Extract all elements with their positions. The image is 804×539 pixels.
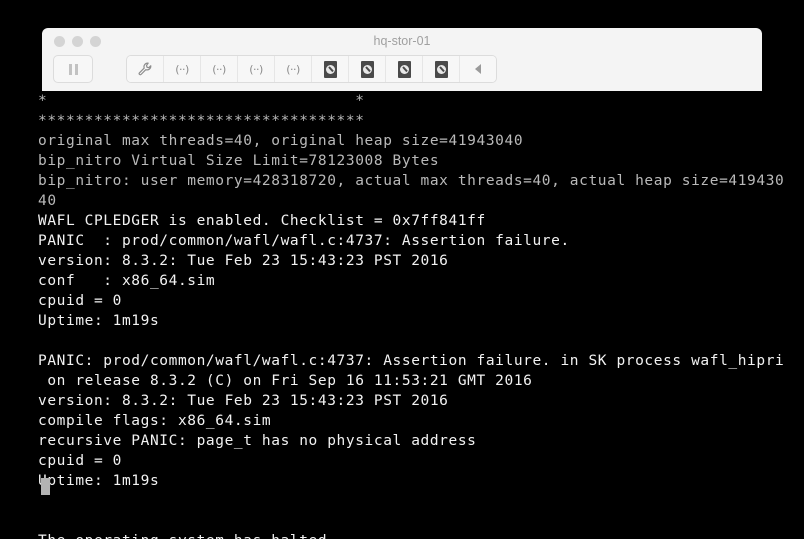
disk-icon xyxy=(397,60,411,78)
disk-4-button[interactable] xyxy=(423,56,460,82)
disk-icon xyxy=(434,60,448,78)
console-line: conf : x86_64.sim xyxy=(38,273,216,289)
console-output: * * *********************************** or… xyxy=(38,91,804,539)
settings-wrench-button[interactable] xyxy=(127,56,164,82)
window-title: hq-stor-01 xyxy=(373,34,431,48)
network-adapter-4-button[interactable]: (··) xyxy=(275,56,312,82)
console-line: Uptime: 1m19s xyxy=(38,473,160,489)
disk-1-button[interactable] xyxy=(312,56,349,82)
console-line: cpuid = 0 xyxy=(38,293,122,309)
disk-icon xyxy=(323,60,337,78)
device-toolbar-group: (··) (··) (··) (··) xyxy=(126,55,497,83)
console-line: version: 8.3.2: Tue Feb 23 15:43:23 PST … xyxy=(38,393,449,409)
network-icon: (··) xyxy=(286,62,300,76)
network-icon: (··) xyxy=(212,62,226,76)
disk-icon xyxy=(360,60,374,78)
console-line: PANIC : prod/common/wafl/wafl.c:4737: As… xyxy=(38,233,570,249)
disk-2-button[interactable] xyxy=(349,56,386,82)
wrench-icon xyxy=(138,62,153,77)
network-icon: (··) xyxy=(249,62,263,76)
screen: * * *********************************** or… xyxy=(0,0,804,539)
console-line: version: 8.3.2: Tue Feb 23 15:43:23 PST … xyxy=(38,253,449,269)
console-line: compile flags: x86_64.sim xyxy=(38,413,272,429)
console-line: bip_nitro: user memory=428318720, actual… xyxy=(38,173,785,189)
console-line: The operating system has halted. xyxy=(38,531,804,539)
network-icon: (··) xyxy=(175,62,189,76)
console-line: Uptime: 1m19s xyxy=(38,313,160,329)
pause-button[interactable] xyxy=(53,55,93,83)
collapse-toolbar-button[interactable] xyxy=(460,56,496,82)
network-adapter-2-button[interactable]: (··) xyxy=(201,56,238,82)
terminal-cursor xyxy=(41,478,50,495)
console-line: bip_nitro Virtual Size Limit=78123008 By… xyxy=(38,153,440,169)
console-line: 40 xyxy=(38,193,57,209)
console-line: cpuid = 0 xyxy=(38,453,122,469)
terminal-console[interactable]: * * *********************************** or… xyxy=(0,90,804,539)
pause-icon xyxy=(68,63,78,75)
window-toolbar: (··) (··) (··) (··) xyxy=(42,54,762,90)
console-line: recursive PANIC: page_t has no physical … xyxy=(38,433,477,449)
console-line: original max threads=40, original heap s… xyxy=(38,133,524,149)
console-line: WAFL CPLEDGER is enabled. Checklist = 0x… xyxy=(38,213,486,229)
console-line: *********************************** xyxy=(38,113,365,129)
network-adapter-3-button[interactable]: (··) xyxy=(238,56,275,82)
network-adapter-1-button[interactable]: (··) xyxy=(164,56,201,82)
disk-3-button[interactable] xyxy=(386,56,423,82)
chevron-left-icon xyxy=(475,64,481,74)
console-line: PANIC: prod/common/wafl/wafl.c:4737: Ass… xyxy=(38,353,785,369)
emulator-window: hq-stor-01 (··) (··) (··) (··) xyxy=(42,28,762,91)
console-line: on release 8.3.2 (C) on Fri Sep 16 11:53… xyxy=(38,373,533,389)
console-line: * * xyxy=(38,93,365,109)
window-titlebar[interactable]: hq-stor-01 xyxy=(42,28,762,54)
